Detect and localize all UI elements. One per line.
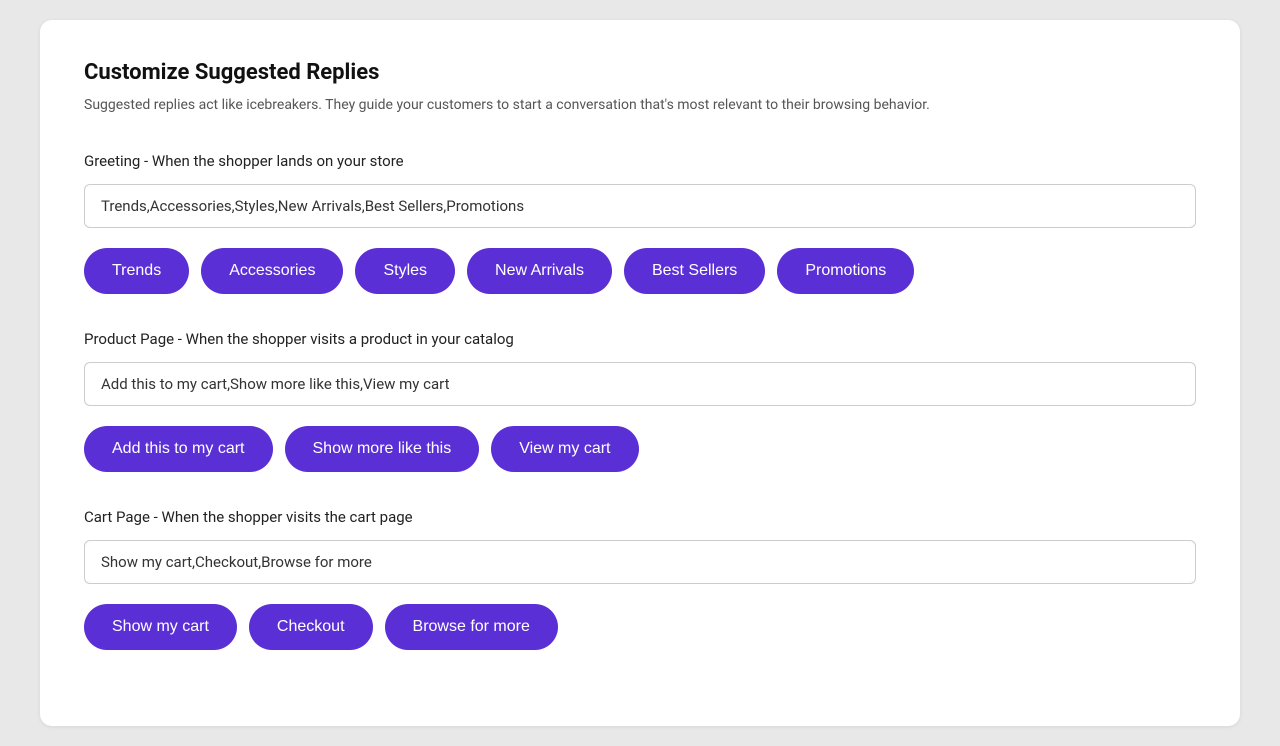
pill-product-page-0[interactable]: Add this to my cart (84, 426, 273, 472)
pill-greeting-1[interactable]: Accessories (201, 248, 343, 294)
pill-cart-page-2[interactable]: Browse for more (385, 604, 558, 650)
section-input-greeting[interactable] (84, 184, 1196, 228)
section-greeting: Greeting - When the shopper lands on you… (84, 152, 1196, 294)
section-product-page: Product Page - When the shopper visits a… (84, 330, 1196, 472)
section-label-greeting: Greeting - When the shopper lands on you… (84, 152, 1196, 170)
pill-greeting-2[interactable]: Styles (355, 248, 455, 294)
section-cart-page: Cart Page - When the shopper visits the … (84, 508, 1196, 650)
main-card: Customize Suggested Replies Suggested re… (40, 20, 1240, 726)
section-label-product-page: Product Page - When the shopper visits a… (84, 330, 1196, 348)
pill-cart-page-1[interactable]: Checkout (249, 604, 373, 650)
pills-row-cart-page: Show my cart Checkout Browse for more (84, 604, 1196, 650)
pill-product-page-2[interactable]: View my cart (491, 426, 638, 472)
page-title: Customize Suggested Replies (84, 60, 1196, 85)
pill-greeting-0[interactable]: Trends (84, 248, 189, 294)
section-input-cart-page[interactable] (84, 540, 1196, 584)
pills-row-product-page: Add this to my cart Show more like thisVi… (84, 426, 1196, 472)
pill-greeting-3[interactable]: New Arrivals (467, 248, 612, 294)
pill-greeting-5[interactable]: Promotions (777, 248, 914, 294)
section-label-cart-page: Cart Page - When the shopper visits the … (84, 508, 1196, 526)
section-input-product-page[interactable] (84, 362, 1196, 406)
pill-cart-page-0[interactable]: Show my cart (84, 604, 237, 650)
pills-row-greeting: Trends Accessories Styles New Arrivals Best … (84, 248, 1196, 294)
pill-product-page-1[interactable]: Show more like this (285, 426, 480, 472)
pill-greeting-4[interactable]: Best Sellers (624, 248, 765, 294)
page-description: Suggested replies act like icebreakers. … (84, 95, 1196, 116)
